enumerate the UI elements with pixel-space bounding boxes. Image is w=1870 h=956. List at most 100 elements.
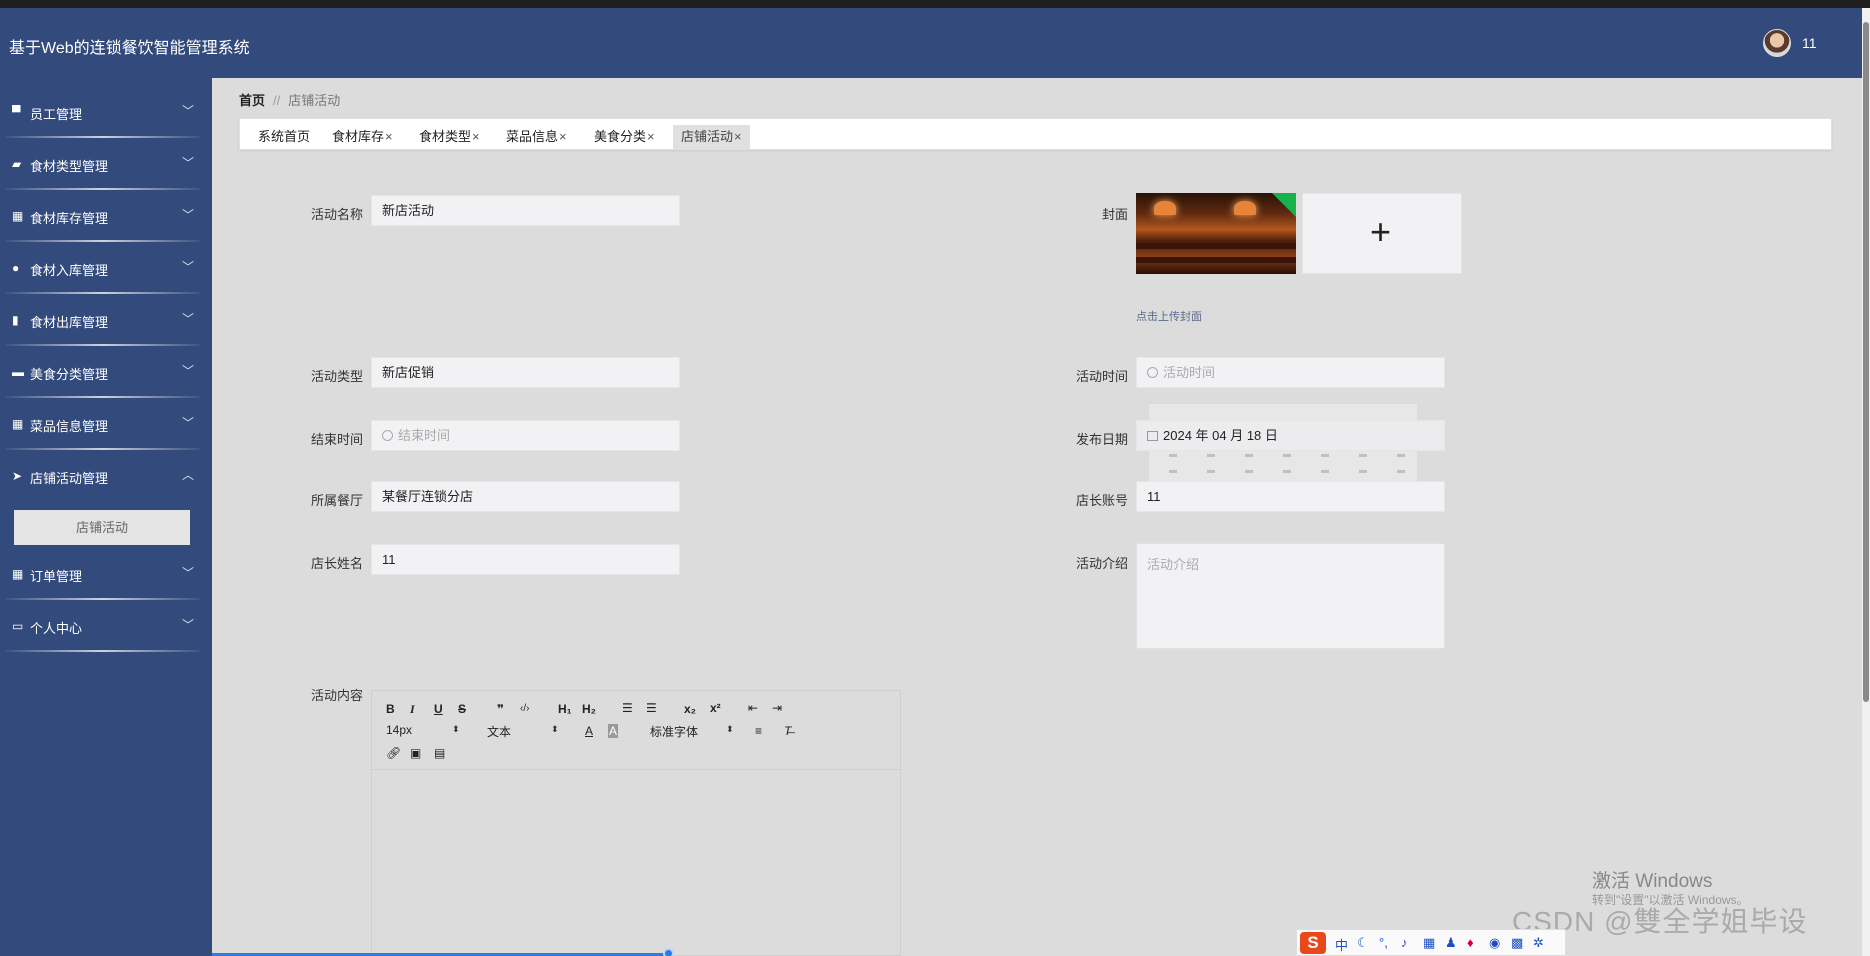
- video-icon[interactable]: ▤: [434, 746, 445, 760]
- background-color-icon[interactable]: A: [608, 724, 619, 738]
- sidebar: ▀ 员工管理 ﹀ ▰ 食材类型管理 ﹀ ▦ 食材库存管理 ﹀ ● 食材入库管理 …: [0, 78, 212, 956]
- sidebar-item-label: 食材类型管理: [30, 159, 109, 174]
- font-size-value: 14px: [386, 723, 413, 737]
- sidebar-item-orders[interactable]: ▦ 订单管理 ﹀: [0, 548, 212, 600]
- progress-handle[interactable]: [663, 948, 674, 956]
- tab-food-category[interactable]: 美食分类×: [586, 125, 663, 149]
- tab-ingredient-type[interactable]: 食材类型×: [411, 125, 488, 149]
- gamepad-icon[interactable]: ◉: [1489, 935, 1500, 951]
- restaurant-input[interactable]: 某餐厅连锁分店: [371, 481, 680, 512]
- end-time-placeholder: 结束时间: [398, 428, 451, 443]
- blockquote-icon[interactable]: ❞: [497, 702, 504, 716]
- bold-icon[interactable]: B: [386, 702, 395, 716]
- monitor-icon: ▀: [12, 105, 21, 119]
- outdent-icon[interactable]: ⇤: [748, 701, 758, 715]
- scrollbar-thumb[interactable]: [1863, 22, 1869, 702]
- apps-icon[interactable]: ▩: [1511, 935, 1523, 951]
- thumbs-up-icon: ▰: [12, 157, 22, 171]
- underline-icon[interactable]: U: [434, 702, 443, 716]
- indent-icon[interactable]: ⇥: [772, 701, 782, 715]
- table-shape: [1136, 257, 1296, 263]
- activity-type-input[interactable]: 新店促销: [371, 357, 680, 388]
- code-block-icon[interactable]: ‹/›: [520, 702, 529, 716]
- chevron-down-icon: ﹀: [182, 104, 195, 118]
- activity-name-input[interactable]: 新店活动: [371, 195, 680, 226]
- skin-icon[interactable]: ♦: [1467, 935, 1474, 950]
- activity-content-label: 活动内容: [310, 688, 363, 703]
- font-color-icon[interactable]: A: [585, 724, 593, 738]
- sidebar-item-dish-info[interactable]: ▦ 菜品信息管理 ﹀: [0, 398, 212, 450]
- close-icon[interactable]: ×: [734, 129, 742, 144]
- breadcrumb-home[interactable]: 首页: [239, 93, 265, 108]
- close-icon[interactable]: ×: [472, 129, 480, 144]
- tab-store-activity[interactable]: 店铺活动×: [673, 125, 750, 149]
- close-icon[interactable]: ×: [647, 129, 655, 144]
- sidebar-item-label: 美食分类管理: [30, 367, 109, 382]
- breadcrumb-current: 店铺活动: [288, 93, 341, 108]
- chevron-down-icon: ﹀: [182, 416, 195, 430]
- activity-intro-textarea[interactable]: 活动介绍: [1136, 543, 1445, 649]
- plus-icon: +: [1370, 211, 1392, 252]
- subscript-icon[interactable]: x₂: [684, 702, 696, 716]
- cover-upload-button[interactable]: +: [1302, 193, 1462, 274]
- activity-intro-label: 活动介绍: [1075, 556, 1128, 571]
- user-icon[interactable]: ♟: [1445, 935, 1457, 951]
- microphone-icon[interactable]: ♪: [1401, 935, 1408, 950]
- publish-date-value: 2024 年 04 月 18 日: [1163, 428, 1278, 443]
- sidebar-item-food-category[interactable]: ▬ 美食分类管理 ﹀: [0, 346, 212, 398]
- italic-icon[interactable]: I: [410, 702, 415, 716]
- activity-name-label: 活动名称: [310, 207, 363, 222]
- window-top-strip: [0, 0, 1870, 8]
- tab-ingredient-stock[interactable]: 食材库存×: [324, 125, 401, 149]
- manager-account-input[interactable]: 11: [1136, 481, 1445, 512]
- clear-format-icon[interactable]: T̶: [784, 724, 791, 738]
- username[interactable]: 11: [1802, 35, 1817, 51]
- sidebar-item-store-activity[interactable]: ➤ 店铺活动管理 ︿: [0, 450, 212, 502]
- end-time-input[interactable]: 结束时间: [371, 420, 680, 451]
- editor-content[interactable]: [372, 771, 900, 955]
- sidebar-item-ingredient-outbound[interactable]: ▮ 食材出库管理 ﹀: [0, 294, 212, 346]
- bullet-list-icon[interactable]: ☰: [646, 701, 657, 715]
- sidebar-item-staff[interactable]: ▀ 员工管理 ﹀: [0, 86, 212, 138]
- cover-image[interactable]: [1136, 193, 1296, 274]
- tab-dish-info[interactable]: 菜品信息×: [498, 125, 575, 149]
- ime-mode[interactable]: 中: [1335, 935, 1348, 954]
- image-icon[interactable]: ▣: [410, 746, 421, 760]
- page-scrollbar[interactable]: [1862, 8, 1870, 956]
- select-arrow-icon: ⬍: [551, 724, 559, 734]
- ime-toolbar[interactable]: S 中 ☾ °, ♪ ▦ ♟ ♦ ◉ ▩ ✲: [1296, 929, 1566, 956]
- manager-name-input[interactable]: 11: [371, 544, 680, 575]
- sidebar-item-ingredient-inbound[interactable]: ● 食材入库管理 ﹀: [0, 242, 212, 294]
- moon-icon[interactable]: ☾: [1357, 935, 1369, 951]
- select-arrow-icon: ⬍: [726, 724, 734, 734]
- link-icon[interactable]: 🔗︎: [386, 746, 401, 760]
- date-row: [1169, 454, 1409, 457]
- activity-time-input[interactable]: 活动时间: [1136, 357, 1445, 388]
- paragraph-select[interactable]: 文本 ⬍: [487, 723, 561, 739]
- strikethrough-icon[interactable]: S: [458, 702, 466, 716]
- keyboard-icon[interactable]: ▦: [1423, 935, 1435, 951]
- font-family-select[interactable]: 标准字体 ⬍: [650, 723, 734, 739]
- superscript-icon[interactable]: x²: [710, 701, 721, 715]
- sidebar-item-personal-center[interactable]: ▭ 个人中心 ﹀: [0, 600, 212, 652]
- font-size-select[interactable]: 14px ⬍: [386, 723, 460, 739]
- heading1-icon[interactable]: H₁: [558, 702, 572, 716]
- settings-icon[interactable]: ✲: [1533, 935, 1544, 951]
- heading2-icon[interactable]: H₂: [582, 702, 596, 716]
- user-avatar[interactable]: [1763, 29, 1791, 57]
- close-icon[interactable]: ×: [559, 129, 567, 144]
- punctuation-icon[interactable]: °,: [1379, 935, 1388, 950]
- align-icon[interactable]: ≡: [755, 724, 762, 738]
- clock-icon: [1147, 367, 1158, 378]
- menu-divider: [5, 650, 200, 652]
- sidebar-item-ingredient-types[interactable]: ▰ 食材类型管理 ﹀: [0, 138, 212, 190]
- manager-name-label: 店长姓名: [310, 556, 363, 571]
- chevron-down-icon: ﹀: [182, 208, 195, 222]
- ordered-list-icon[interactable]: ☰: [622, 701, 633, 715]
- sidebar-item-ingredient-stock[interactable]: ▦ 食材库存管理 ﹀: [0, 190, 212, 242]
- publish-date-input[interactable]: 2024 年 04 月 18 日: [1136, 420, 1445, 451]
- submenu-item-store-activity[interactable]: 店铺活动: [14, 510, 190, 545]
- tab-system-home[interactable]: 系统首页: [250, 125, 318, 149]
- close-icon[interactable]: ×: [385, 129, 393, 144]
- sogou-logo-icon: S: [1300, 932, 1326, 954]
